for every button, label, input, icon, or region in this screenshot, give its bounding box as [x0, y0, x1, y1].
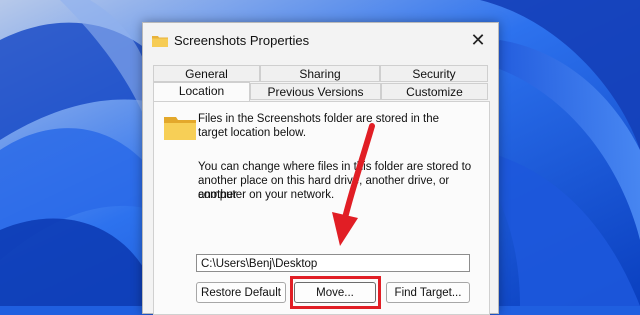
folder-icon [152, 36, 168, 47]
close-icon: ✕ [470, 29, 486, 50]
annotation-highlight-box [290, 276, 381, 309]
folder-large-icon [164, 117, 196, 140]
location-path-field[interactable]: C:\Users\Benj\Desktop [196, 254, 470, 272]
description-line3: computer on your network. [198, 189, 335, 201]
intro-text-line1: Files in the Screenshots folder are stor… [198, 113, 439, 125]
properties-dialog: Screenshots Properties ✕ General Sharing… [142, 22, 499, 315]
tab-sharing[interactable]: Sharing [260, 65, 380, 82]
tab-security[interactable]: Security [380, 65, 488, 82]
intro-text-line2: target location below. [198, 127, 307, 139]
restore-default-button[interactable]: Restore Default [196, 282, 286, 303]
tab-customize[interactable]: Customize [381, 83, 488, 100]
close-button[interactable]: ✕ [458, 23, 498, 57]
tab-general[interactable]: General [153, 65, 260, 82]
location-panel: Files in the Screenshots folder are stor… [153, 101, 490, 315]
window-title: Screenshots Properties [174, 33, 310, 48]
description-line1: You can change where files in this folde… [198, 161, 472, 173]
find-target-button[interactable]: Find Target... [386, 282, 470, 303]
tab-previous-versions[interactable]: Previous Versions [250, 83, 381, 100]
tab-location[interactable]: Location [153, 82, 250, 102]
title-bar[interactable]: Screenshots Properties ✕ [143, 23, 498, 61]
